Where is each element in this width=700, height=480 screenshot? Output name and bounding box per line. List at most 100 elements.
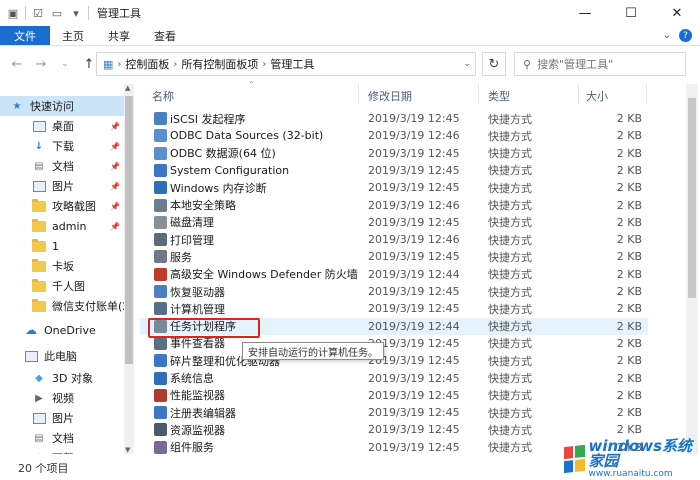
- forward-arrow-icon[interactable]: →: [30, 53, 52, 75]
- shortcut-icon: [154, 371, 167, 385]
- computer-icon[interactable]: ▣: [6, 6, 20, 20]
- cell-date: 2019/3/19 12:45: [368, 371, 460, 385]
- breadcrumb-control-panel[interactable]: 控制面板: [125, 56, 169, 72]
- sidebar-item-label: 卡坂: [52, 260, 74, 273]
- cell-name: 资源监视器: [170, 423, 225, 437]
- sidebar-item[interactable]: ↓ 下载: [0, 448, 124, 454]
- table-row[interactable]: System Configuration 2019/3/19 12:45 快捷方式 2…: [140, 162, 648, 179]
- sidebar-item[interactable]: 1: [0, 236, 124, 256]
- close-button[interactable]: ✕: [654, 0, 700, 26]
- table-row[interactable]: iSCSI 发起程序 2019/3/19 12:45 快捷方式 2 KB: [140, 110, 648, 127]
- sidebar-item[interactable]: ↓ 下载 📌: [0, 136, 124, 156]
- sidebar-item[interactable]: ☁ OneDrive: [0, 320, 124, 340]
- table-row[interactable]: Windows 内存诊断 2019/3/19 12:45 快捷方式 2 KB: [140, 179, 648, 196]
- cell-size: 2 KB: [616, 233, 642, 247]
- cell-size: 2 KB: [616, 112, 642, 125]
- sidebar-item[interactable]: ▶ 视频: [0, 388, 124, 408]
- sidebar-item[interactable]: 桌面 📌: [0, 116, 124, 136]
- cell-type: 快捷方式: [488, 441, 532, 455]
- table-row[interactable]: 服务 2019/3/19 12:45 快捷方式 2 KB: [140, 248, 648, 265]
- properties-icon[interactable]: ☑: [31, 6, 45, 20]
- column-name[interactable]: 名称: [152, 88, 174, 104]
- column-divider[interactable]: [646, 84, 647, 104]
- address-row: ← → ⌄ ↑ ▦ › 控制面板 › 所有控制面板项 › 管理工具 ⌄ ↻ ⚲: [0, 46, 700, 82]
- column-divider[interactable]: [358, 84, 359, 104]
- column-size[interactable]: 大小: [586, 88, 608, 104]
- pin-icon[interactable]: 📌: [110, 142, 120, 151]
- minimize-button[interactable]: —: [562, 0, 608, 26]
- sidebar-item[interactable]: admin 📌: [0, 216, 124, 236]
- tab-home[interactable]: 主页: [50, 26, 96, 45]
- table-row[interactable]: 注册表编辑器 2019/3/19 12:45 快捷方式 2 KB: [140, 404, 648, 421]
- back-arrow-icon[interactable]: ←: [6, 53, 28, 75]
- column-divider[interactable]: [478, 84, 479, 104]
- scroll-up-icon[interactable]: ▲: [125, 84, 130, 92]
- scrollbar-thumb[interactable]: [125, 96, 133, 364]
- sidebar-item-label: 桌面: [52, 120, 74, 133]
- search-box[interactable]: ⚲: [514, 52, 686, 76]
- pin-icon[interactable]: 📌: [110, 162, 120, 171]
- pin-icon[interactable]: 📌: [110, 222, 120, 231]
- maximize-button[interactable]: ☐: [608, 0, 654, 26]
- sidebar-item[interactable]: 攻略截图 📌: [0, 196, 124, 216]
- cell-type: 快捷方式: [488, 302, 532, 316]
- table-row[interactable]: 高级安全 Windows Defender 防火墙 2019/3/19 12:44…: [140, 266, 648, 283]
- table-row[interactable]: 性能监视器 2019/3/19 12:45 快捷方式 2 KB: [140, 387, 648, 404]
- sidebar-item[interactable]: 卡坂: [0, 256, 124, 276]
- search-input[interactable]: [537, 57, 668, 71]
- sidebar-item[interactable]: 千人图: [0, 276, 124, 296]
- sidebar-item[interactable]: 此电脑: [0, 346, 124, 366]
- cell-date: 2019/3/19 12:45: [368, 163, 460, 177]
- cell-date: 2019/3/19 12:45: [368, 215, 460, 229]
- pin-icon[interactable]: 📌: [110, 202, 120, 211]
- sidebar-item[interactable]: ▤ 文档 📌: [0, 156, 124, 176]
- recent-dropdown-icon[interactable]: ⌄: [54, 53, 76, 75]
- help-icon[interactable]: ?: [679, 29, 692, 42]
- navigation-scrollbar[interactable]: ▲ ▼: [124, 84, 134, 454]
- table-row[interactable]: 打印管理 2019/3/19 12:46 快捷方式 2 KB: [140, 231, 648, 248]
- column-divider[interactable]: [578, 84, 579, 104]
- sidebar-item[interactable]: ▤ 文档: [0, 428, 124, 448]
- scrollbar-thumb[interactable]: [688, 98, 696, 298]
- sidebar-item[interactable]: 微信支付账单(20: [0, 296, 124, 316]
- table-row[interactable]: ODBC Data Sources (32-bit) 2019/3/19 12:4…: [140, 127, 648, 144]
- table-row[interactable]: 本地安全策略 2019/3/19 12:46 快捷方式 2 KB: [140, 197, 648, 214]
- table-row[interactable]: 计算机管理 2019/3/19 12:45 快捷方式 2 KB: [140, 300, 648, 317]
- breadcrumb-all-items[interactable]: 所有控制面板项: [181, 56, 258, 72]
- address-bar[interactable]: ▦ › 控制面板 › 所有控制面板项 › 管理工具: [96, 52, 476, 76]
- address-dropdown-icon[interactable]: ⌄: [456, 52, 478, 76]
- table-row[interactable]: 恢复驱动器 2019/3/19 12:45 快捷方式 2 KB: [140, 283, 648, 300]
- sidebar-item-label: 千人图: [52, 280, 85, 293]
- cell-type: 快捷方式: [488, 233, 532, 247]
- sidebar-item-label: 微信支付账单(20: [52, 300, 124, 313]
- pin-icon[interactable]: 📌: [110, 182, 120, 191]
- cell-size: 2 KB: [616, 302, 642, 316]
- table-row[interactable]: ODBC 数据源(64 位) 2019/3/19 12:45 快捷方式 2 KB: [140, 145, 648, 162]
- dropdown-icon[interactable]: ▾: [69, 6, 83, 20]
- shortcut-icon: [154, 163, 167, 177]
- sidebar-item[interactable]: ◆ 3D 对象: [0, 368, 124, 388]
- cell-type: 快捷方式: [488, 320, 532, 334]
- column-date[interactable]: 修改日期: [368, 88, 412, 104]
- sidebar-item[interactable]: 图片 📌: [0, 176, 124, 196]
- tab-share[interactable]: 共享: [96, 26, 142, 45]
- scroll-down-icon[interactable]: ▼: [125, 446, 130, 454]
- column-type[interactable]: 类型: [488, 88, 510, 104]
- table-row[interactable]: 系统信息 2019/3/19 12:45 快捷方式 2 KB: [140, 370, 648, 387]
- table-row[interactable]: 碎片整理和优化驱动器 2019/3/19 12:45 快捷方式 2 KB: [140, 352, 648, 369]
- tab-view[interactable]: 查看: [142, 26, 188, 45]
- cell-size: 2 KB: [616, 198, 642, 212]
- breadcrumb-admin-tools[interactable]: 管理工具: [270, 56, 314, 72]
- table-row[interactable]: 磁盘清理 2019/3/19 12:45 快捷方式 2 KB: [140, 214, 648, 231]
- expand-ribbon-icon[interactable]: ⌄: [663, 30, 671, 41]
- sidebar-item[interactable]: 图片: [0, 408, 124, 428]
- file-list: ⌃ 名称 修改日期 类型 大小 iSCSI 发起程序 2019/3/19 12:4…: [140, 80, 688, 455]
- new-folder-icon[interactable]: ▭: [50, 6, 64, 20]
- refresh-icon[interactable]: ↻: [482, 52, 506, 76]
- cell-type: 快捷方式: [488, 164, 532, 178]
- pin-icon[interactable]: 📌: [110, 122, 120, 131]
- sidebar-item[interactable]: ★ 快速访问: [0, 96, 124, 116]
- file-list-scrollbar[interactable]: [686, 84, 698, 454]
- tab-file[interactable]: 文件: [0, 26, 50, 45]
- table-row[interactable]: 资源监视器 2019/3/19 12:45 快捷方式 2 KB: [140, 421, 648, 438]
